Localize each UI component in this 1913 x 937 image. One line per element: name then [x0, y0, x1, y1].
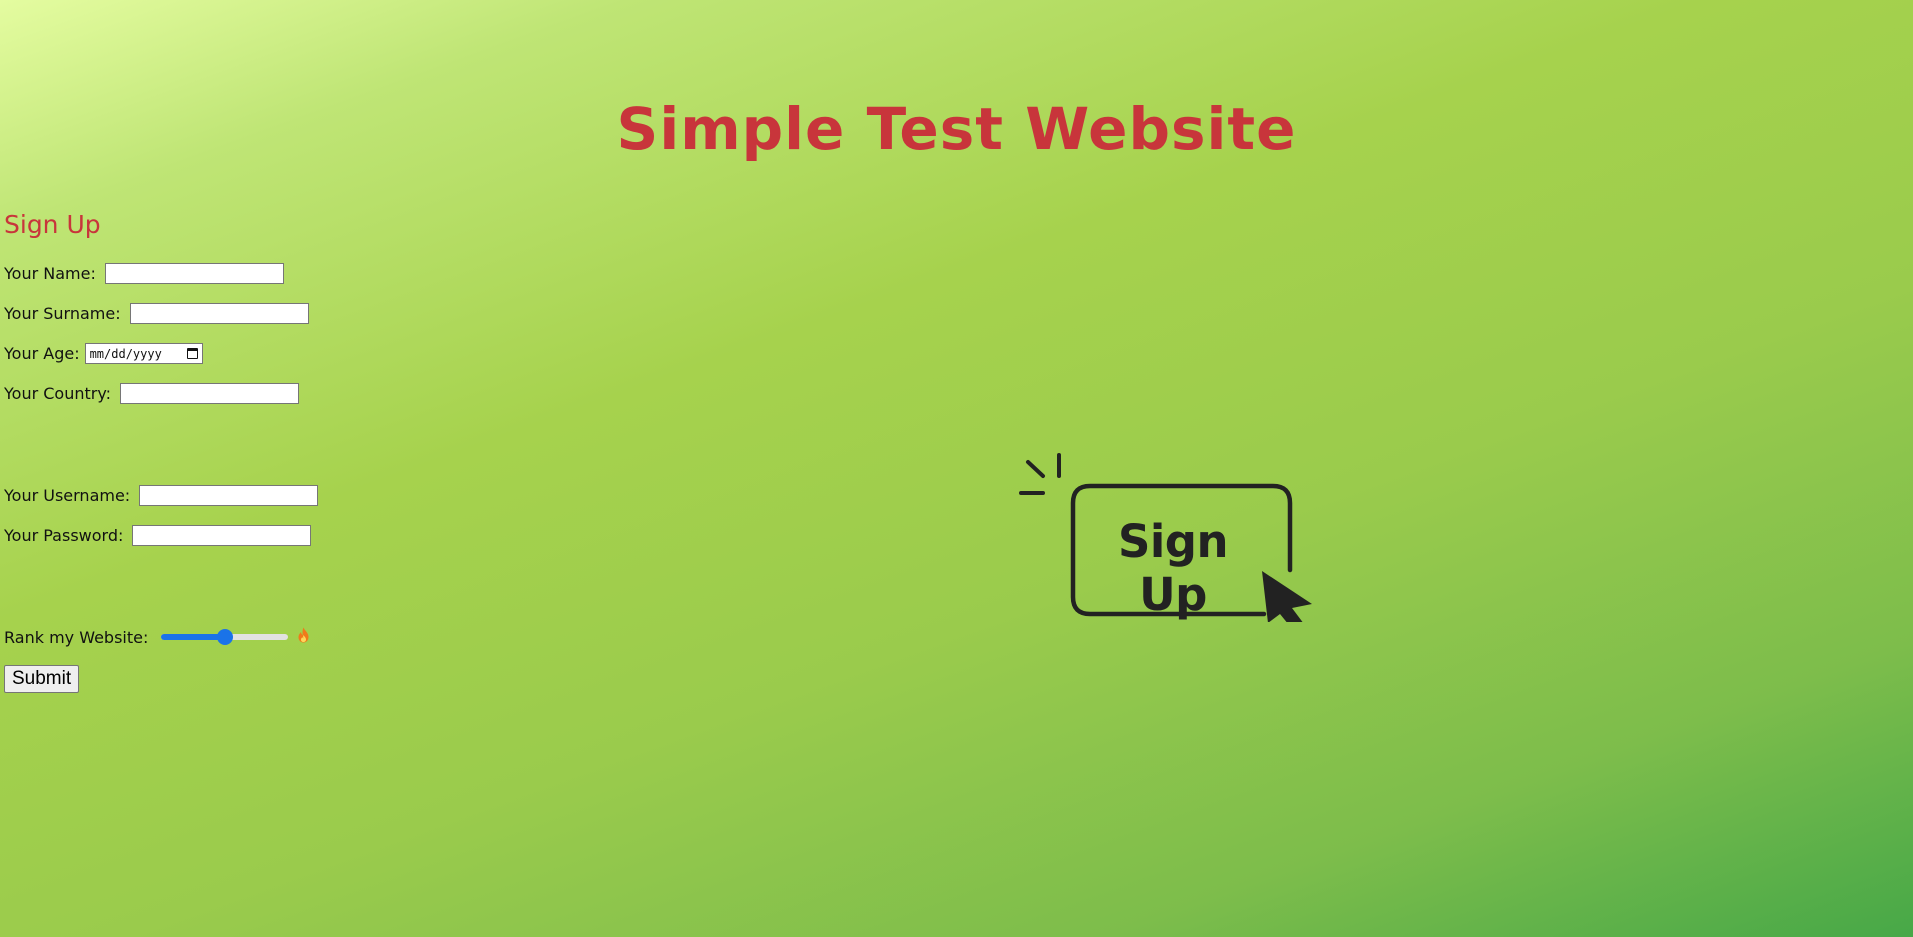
signup-graphic: Sign Up: [1018, 452, 1315, 630]
rank-row: Rank my Website:: [4, 627, 310, 647]
surname-input[interactable]: [129, 303, 309, 324]
rank-slider[interactable]: [161, 629, 289, 645]
click-burst-icon: [1019, 453, 1061, 495]
rank-slider-fill: [161, 634, 226, 640]
form-heading: Sign Up: [4, 210, 101, 239]
country-label: Your Country:: [4, 384, 112, 403]
page-title: Simple Test Website: [616, 95, 1297, 163]
rank-slider-thumb[interactable]: [217, 629, 234, 645]
name-input[interactable]: [104, 263, 284, 284]
age-row: Your Age: mm/dd/yyyy: [4, 343, 203, 364]
signup-graphic-text: Sign Up: [1117, 515, 1229, 621]
password-row: Your Password:: [4, 525, 312, 546]
age-label: Your Age:: [4, 344, 80, 363]
rank-label: Rank my Website:: [4, 627, 149, 647]
password-input[interactable]: [132, 525, 312, 546]
age-date-placeholder: mm/dd/yyyy: [89, 346, 162, 361]
password-label: Your Password:: [4, 526, 124, 545]
name-row: Your Name:: [4, 263, 284, 284]
fire-icon: [297, 627, 310, 647]
surname-row: Your Surname:: [4, 303, 309, 324]
country-input[interactable]: [120, 383, 300, 404]
country-row: Your Country:: [4, 383, 300, 404]
age-date-input[interactable]: mm/dd/yyyy: [84, 343, 203, 364]
cursor-arrow-icon: [1262, 571, 1312, 630]
surname-label: Your Surname:: [4, 304, 121, 323]
calendar-icon[interactable]: [186, 348, 198, 359]
submit-button[interactable]: Submit: [4, 665, 80, 693]
username-row: Your Username:: [4, 485, 319, 506]
username-label: Your Username:: [4, 486, 131, 505]
name-label: Your Name:: [4, 264, 96, 283]
username-input[interactable]: [139, 485, 319, 506]
